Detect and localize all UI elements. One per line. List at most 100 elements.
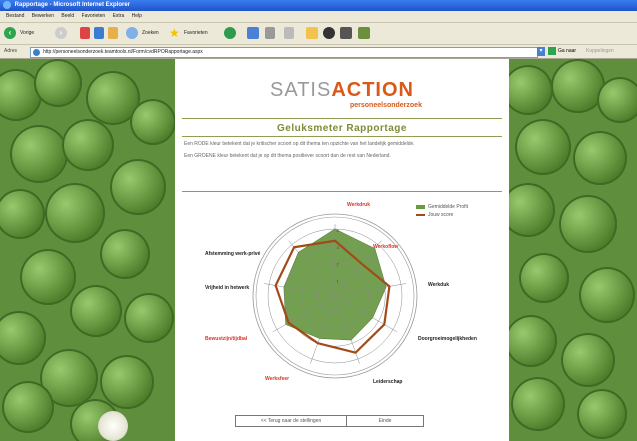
satisaction-logo: SATISACTION: [175, 79, 509, 102]
clover-leaf: [34, 59, 82, 107]
page-icon: [33, 49, 40, 56]
page-title: Geluksmeter Rapportage: [277, 123, 407, 134]
clover-leaf: [45, 183, 105, 243]
title-bar: Rapportage - Microsoft Internet Explorer: [0, 0, 637, 11]
menu-bar: Bestand Bewerken Beeld Favorieten Extra …: [0, 11, 637, 23]
radar-chart: 1 2 3 4 Werkdruk Werkoflow Werkduk Doorgroeimog…: [175, 197, 509, 417]
clover-leaf: [124, 293, 174, 343]
chevron-down-icon[interactable]: ▾: [537, 47, 545, 56]
clover-background-right: [509, 59, 637, 441]
search-icon[interactable]: [126, 27, 138, 39]
toolbar: ‹ Vorige › Zoeken ★ Favorieten: [0, 23, 637, 45]
clover-leaf: [0, 311, 46, 365]
menu-beeld[interactable]: Beeld: [61, 13, 74, 19]
divider: [182, 136, 502, 137]
ie-icon: [3, 1, 11, 9]
address-bar: Adres http://personeelsonderzoek.teamtoo…: [0, 45, 637, 59]
clover-leaf: [509, 183, 555, 237]
clover-leaf: [100, 355, 154, 409]
go-label: Ga naar: [558, 48, 577, 54]
clover-leaf: [515, 119, 571, 175]
home-icon[interactable]: [108, 27, 118, 39]
category-label: Leiderschap: [373, 379, 402, 385]
back-to-statements-button[interactable]: << Terug naar de stellingen: [235, 415, 347, 427]
clover-flower: [98, 411, 128, 441]
edit-icon[interactable]: [284, 27, 294, 39]
history-icon[interactable]: [224, 27, 236, 39]
category-label: Afstemming werk-privé: [205, 251, 261, 257]
logo-subtitle: personeelsonderzoek: [350, 102, 422, 109]
menu-extra[interactable]: Extra: [113, 13, 125, 19]
end-button[interactable]: Einde: [346, 415, 424, 427]
clover-leaf: [577, 389, 627, 439]
go-button[interactable]: Ga naar: [548, 46, 584, 56]
divider: [182, 191, 502, 192]
clover-leaf: [597, 77, 637, 123]
clover-leaf: [573, 131, 627, 185]
legend-swatch-average: [416, 205, 425, 209]
clover-leaf: [2, 381, 54, 433]
mail-icon[interactable]: [247, 27, 259, 39]
clover-leaf: [561, 333, 615, 387]
clover-leaf: [519, 253, 569, 303]
clover-leaf: [130, 99, 175, 145]
clover-leaf: [579, 267, 635, 323]
category-label: Doorgroeimogelijkheden: [418, 336, 477, 342]
category-label: Werksfeer: [265, 376, 289, 382]
menu-bewerken[interactable]: Bewerken: [32, 13, 54, 19]
clover-leaf: [511, 377, 565, 431]
messenger-icon[interactable]: [323, 27, 335, 39]
divider: [182, 118, 502, 119]
stop-icon[interactable]: [80, 27, 90, 39]
window-title: Rapportage - Microsoft Internet Explorer: [14, 2, 131, 8]
go-arrow-icon: [548, 47, 556, 55]
clover-leaf: [70, 285, 122, 337]
menu-bestand[interactable]: Bestand: [6, 13, 24, 19]
clover-leaf: [559, 195, 617, 253]
clover-background-left: [0, 59, 175, 441]
category-label: Vrijheid in hetwerk: [205, 285, 249, 291]
category-label: Werkduk: [428, 282, 449, 288]
back-arrow-icon[interactable]: ‹: [4, 27, 16, 39]
menu-favorieten[interactable]: Favorieten: [82, 13, 106, 19]
legend-swatch-own: [416, 214, 425, 216]
address-label: Adres: [4, 48, 18, 54]
clover-leaf: [20, 249, 76, 305]
research-icon[interactable]: [358, 27, 370, 39]
category-label: Bewustzijn/tijdbal: [205, 336, 248, 342]
clover-leaf: [509, 65, 553, 115]
clover-leaf: [10, 125, 68, 183]
address-url: http://personeelsonderzoek.teamtools.nl/…: [43, 49, 203, 55]
forward-arrow-icon[interactable]: ›: [55, 27, 67, 39]
legend-label-own: Jouw score: [428, 212, 454, 218]
clover-leaf: [62, 119, 114, 171]
logo-action: ACTION: [331, 79, 414, 101]
links-label[interactable]: Koppelingen: [586, 45, 614, 58]
legend-item-average: Gemiddelde Profit: [416, 203, 468, 211]
main-panel: SATISACTION personeelsonderzoek Geluksme…: [175, 59, 509, 441]
address-field[interactable]: http://personeelsonderzoek.teamtools.nl/…: [30, 47, 538, 58]
legend-item-own: Jouw score: [416, 211, 468, 219]
info-green: Een GROENE kleur betekent dat je op dit …: [184, 153, 391, 159]
clover-leaf: [0, 189, 45, 239]
page-area: SATISACTION personeelsonderzoek Geluksme…: [0, 59, 637, 441]
back-label[interactable]: Vorige: [20, 23, 34, 44]
folder-icon[interactable]: [306, 27, 318, 39]
info-red: Een RODE kleur betekent dat je kritische…: [184, 141, 415, 147]
print-icon[interactable]: [265, 27, 275, 39]
logo-satis: SATIS: [270, 79, 332, 101]
search-label[interactable]: Zoeken: [142, 23, 159, 44]
radar-chart-svg: 1234WerkdrukWerkoflowWerkdukDoorgroeimog…: [205, 202, 477, 385]
clover-leaf: [100, 229, 150, 279]
category-label: Werkoflow: [373, 244, 398, 250]
discussion-icon[interactable]: [340, 27, 352, 39]
favorites-star-icon[interactable]: ★: [169, 27, 181, 39]
clover-leaf: [110, 159, 166, 215]
refresh-icon[interactable]: [94, 27, 104, 39]
menu-help[interactable]: Help: [132, 13, 142, 19]
favorites-label[interactable]: Favorieten: [184, 23, 208, 44]
bottom-buttons: << Terug naar de stellingen Einde: [175, 415, 509, 429]
legend: Gemiddelde Profit Jouw score: [416, 203, 468, 219]
browser-window: Rapportage - Microsoft Internet Explorer…: [0, 0, 637, 441]
clover-leaf: [509, 315, 557, 367]
